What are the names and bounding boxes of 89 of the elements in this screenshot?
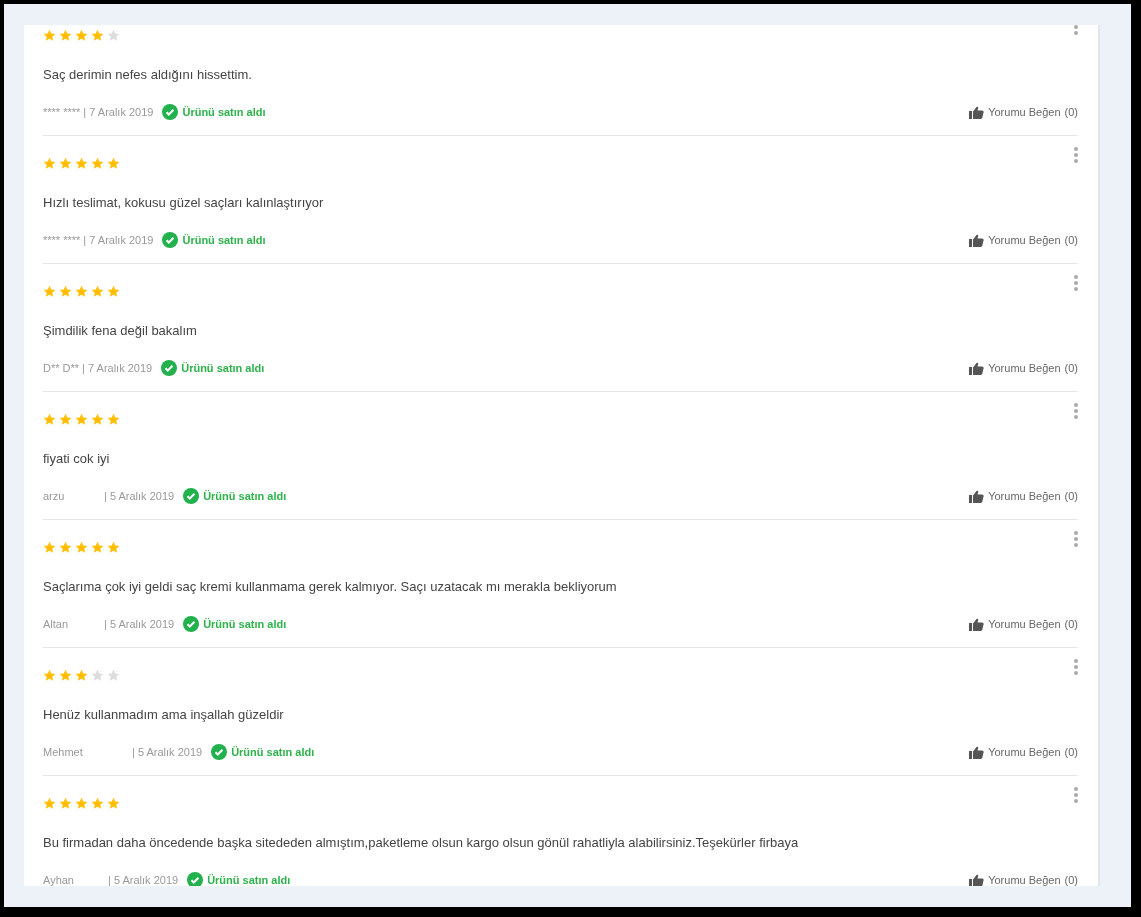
star-icon (75, 413, 88, 426)
purchase-label: Ürünü satın aldı (203, 618, 287, 630)
star-icon (43, 413, 56, 426)
thumbs-up-icon (969, 105, 985, 119)
review-date: | 5 Aralık 2019 (132, 746, 203, 758)
review-date: | 5 Aralık 2019 (104, 490, 175, 502)
star-icon (59, 797, 72, 810)
check-icon (183, 488, 200, 504)
thumbs-up-icon (969, 361, 985, 375)
like-button[interactable]: Yorumu Beğen (0) (969, 105, 1078, 119)
review-text: fiyati cok iyi (43, 451, 111, 467)
check-icon (211, 744, 228, 760)
star-icon (59, 541, 72, 554)
like-button[interactable]: Yorumu Beğen (0) (969, 745, 1078, 759)
more-options-icon[interactable] (1074, 531, 1078, 547)
star-icon (43, 157, 56, 170)
more-options-icon[interactable] (1074, 787, 1078, 803)
star-icon (43, 541, 56, 554)
like-button[interactable]: Yorumu Beğen (0) (969, 873, 1078, 886)
more-options-icon[interactable] (1074, 403, 1078, 419)
star-icon (59, 157, 72, 170)
purchase-label: Ürünü satın aldı (182, 234, 266, 246)
review-author: **** **** (43, 106, 81, 118)
review-date: | 7 Aralık 2019 (83, 106, 154, 118)
review-text: Henüz kullanmadım ama inşallah güzeldir (43, 707, 285, 723)
star-icon (75, 157, 88, 170)
review-author: Mehmet (43, 746, 84, 758)
star-icon (107, 541, 120, 554)
star-icon (91, 669, 104, 682)
star-icon (59, 413, 72, 426)
purchase-label: Ürünü satın aldı (231, 746, 315, 758)
review-date: | 7 Aralık 2019 (82, 362, 153, 374)
star-icon (91, 413, 104, 426)
star-icon (107, 29, 120, 42)
thumbs-up-icon (969, 617, 985, 631)
like-button[interactable]: Yorumu Beğen (0) (969, 617, 1078, 631)
more-options-icon[interactable] (1074, 275, 1078, 291)
star-icon (43, 285, 56, 298)
star-icon (107, 797, 120, 810)
star-icon (59, 29, 72, 42)
star-icon (75, 29, 88, 42)
star-icon (59, 669, 72, 682)
star-icon (107, 669, 120, 682)
star-icon (107, 285, 120, 298)
star-icon (91, 797, 104, 810)
review-author: Altan (43, 618, 70, 630)
like-button[interactable]: Yorumu Beğen (0) (969, 361, 1078, 375)
star-icon (75, 541, 88, 554)
purchase-label: Ürünü satın aldı (182, 106, 266, 118)
more-options-icon[interactable] (1074, 147, 1078, 163)
star-icon (107, 413, 120, 426)
purchase-label: Ürünü satın aldı (207, 874, 291, 886)
thumbs-up-icon (969, 745, 985, 759)
check-icon (161, 360, 178, 376)
purchase-label: Ürünü satın aldı (203, 490, 287, 502)
review-text: Hızlı teslimat, kokusu güzel saçları kalınlaştırıyor (43, 195, 325, 211)
like-button[interactable]: Yorumu Beğen (0) (969, 233, 1078, 247)
star-icon (43, 29, 56, 42)
star-icon (59, 285, 72, 298)
review-author: D** D** (43, 362, 80, 374)
star-icon (91, 285, 104, 298)
star-icon (43, 797, 56, 810)
review-author: Ayhan (43, 874, 75, 886)
like-button[interactable]: Yorumu Beğen (0) (969, 489, 1078, 503)
review-text: Saç derimin nefes aldığını hissettim. (43, 67, 253, 83)
review-date: | 5 Aralık 2019 (108, 874, 179, 886)
thumbs-up-icon (969, 489, 985, 503)
star-icon (75, 285, 88, 298)
thumbs-up-icon (969, 873, 985, 886)
review-author: arzu (43, 490, 66, 502)
star-icon (43, 669, 56, 682)
star-icon (91, 29, 104, 42)
more-options-icon[interactable] (1074, 659, 1078, 675)
star-icon (91, 157, 104, 170)
check-icon (162, 104, 179, 120)
review-author: **** **** (43, 234, 81, 246)
review-date: | 5 Aralık 2019 (104, 618, 175, 630)
check-icon (162, 232, 179, 248)
review-text: Saçlarıma çok iyi geldi saç kremi kullanmama gerek kalmıyor. Saçı uzatacak mı merakla bekliyorum (43, 579, 618, 595)
star-icon (75, 669, 88, 682)
review-date: | 7 Aralık 2019 (83, 234, 154, 246)
review-text: Bu firmadan daha öncedende başka sitededen almıştım,paketleme olsun kargo olsun gönül rahatliyla alabilirsiniz.Teşekürler firbaya (43, 835, 800, 851)
star-icon (75, 797, 88, 810)
check-icon (183, 616, 200, 632)
thumbs-up-icon (969, 233, 985, 247)
review-text: Şimdilik fena değil bakalım (43, 323, 198, 339)
star-icon (107, 157, 120, 170)
purchase-label: Ürünü satın aldı (181, 362, 265, 374)
star-icon (91, 541, 104, 554)
